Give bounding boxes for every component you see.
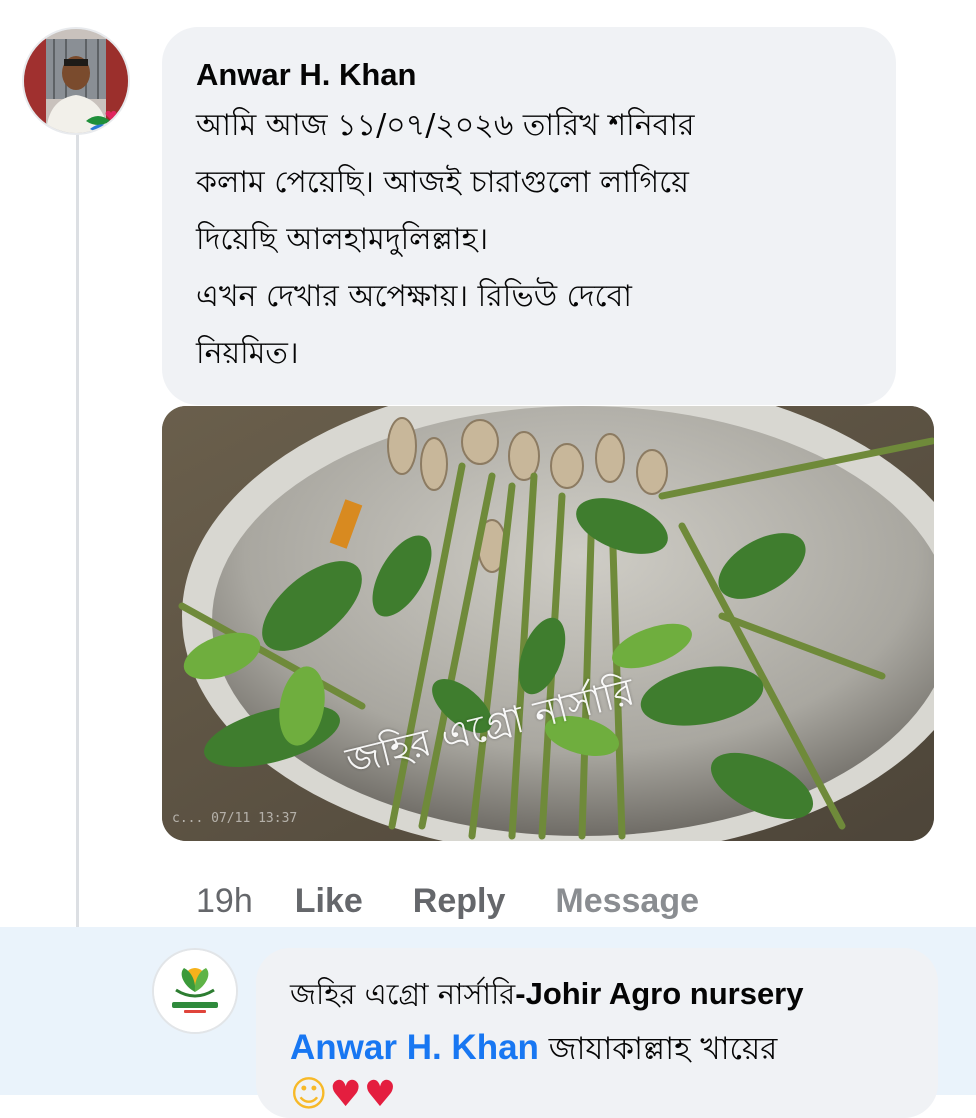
comment-time[interactable]: 19h [196,882,253,921]
reply-text: Anwar H. Khan জাযাকাল্লাহ খায়ের [290,1026,908,1071]
thread-connector-line [76,132,79,998]
comment-photo[interactable]: জহির এগ্রো নার্সারি c... 07/11 13:37 [162,406,934,841]
reply-mention-link[interactable]: Anwar H. Khan [290,1028,539,1067]
reply-button[interactable]: Reply [413,882,506,921]
reply-author-name-en: -Johir Agro nursery [515,976,804,1011]
comment-action-bar: 19h Like Reply Message [196,878,699,924]
avatar-anwar[interactable] [22,27,130,135]
comment-bubble: Anwar H. Khan আমি আজ ১১/০৭/২০২৬ তারিখ শন… [162,27,896,405]
cuttings-photo-illustration [162,406,934,841]
comment-author-name[interactable]: Anwar H. Khan [196,55,862,95]
photo-timestamp: c... 07/11 13:37 [172,811,298,826]
reply-author-name[interactable]: জহির এগ্রো নার্সারি-Johir Agro nursery [290,974,908,1014]
like-button[interactable]: Like [295,882,363,921]
avatar-johir-agro-nursery[interactable] [152,948,238,1034]
reply-emoji-row: ☺♥♥ [290,1075,908,1115]
reply-body-text: জাযাকাল্লাহ খায়ের [538,1031,778,1067]
reply-author-name-bn: জহির এগ্রো নার্সারি [290,977,516,1011]
avatar-photo [24,29,128,133]
message-button[interactable]: Message [555,882,699,921]
nursery-logo-icon [154,950,236,1032]
comment-text: আমি আজ ১১/০৭/২০২৬ তারিখ শনিবার কলাম পেয়… [196,108,695,371]
reply-bubble: জহির এগ্রো নার্সারি-Johir Agro nursery A… [256,948,938,1118]
